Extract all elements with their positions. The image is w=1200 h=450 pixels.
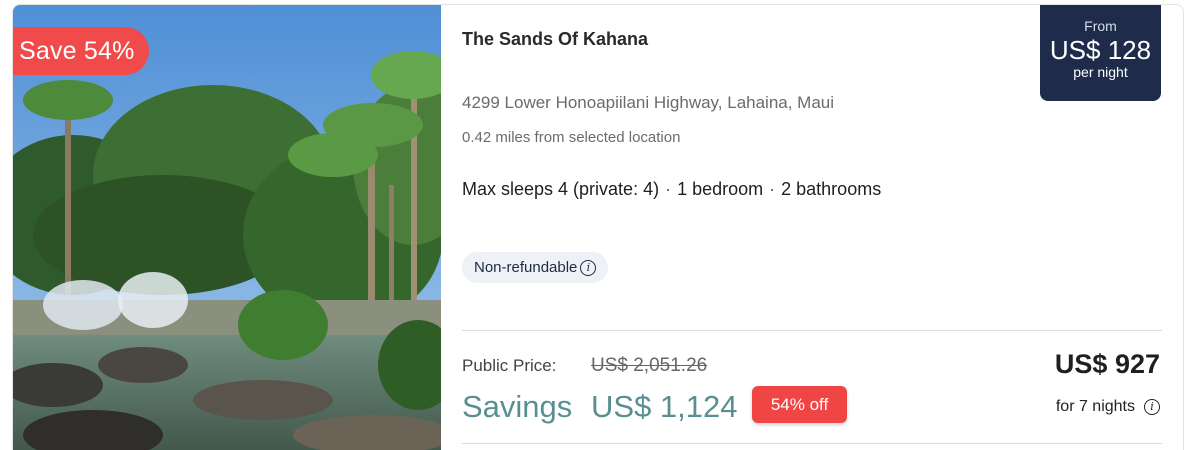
total-price: US$ 927 bbox=[1054, 349, 1160, 379]
price-from-label: From bbox=[1084, 18, 1117, 34]
public-price-label: Public Price: bbox=[462, 356, 557, 375]
property-distance: 0.42 miles from selected location bbox=[462, 129, 681, 146]
info-icon[interactable]: i bbox=[580, 259, 597, 276]
price-unit: per night bbox=[1073, 64, 1128, 80]
refund-policy-label: Non-refundable bbox=[474, 259, 578, 276]
divider bbox=[462, 330, 1162, 331]
save-badge: Save 54% bbox=[13, 27, 149, 75]
savings-label: Savings bbox=[462, 389, 573, 424]
separator-dot: · bbox=[769, 179, 776, 199]
refund-policy-tag[interactable]: Non-refundable i bbox=[462, 252, 609, 283]
nightly-price: US$ 128 bbox=[1049, 35, 1152, 65]
listing-card[interactable]: Save 54% The Sands Of Kahana 4299 Lower … bbox=[12, 4, 1184, 450]
bathroom-count: 2 bathrooms bbox=[781, 179, 882, 199]
property-title[interactable]: The Sands Of Kahana bbox=[462, 29, 648, 50]
property-address: 4299 Lower Honoapiilani Highway, Lahaina… bbox=[462, 93, 835, 112]
property-photo[interactable]: Save 54% bbox=[13, 5, 441, 450]
public-price-value: US$ 2,051.26 bbox=[591, 355, 708, 376]
listing-details: The Sands Of Kahana 4299 Lower Honoapiil… bbox=[462, 5, 1183, 450]
bedroom-count: 1 bedroom bbox=[677, 179, 764, 199]
nightly-price-box: From US$ 128 per night bbox=[1040, 5, 1161, 101]
savings-value: US$ 1,124 bbox=[591, 389, 738, 424]
discount-badge: 54% off bbox=[752, 386, 847, 423]
nights-label: for 7 nights bbox=[1055, 398, 1135, 415]
nights-info: for 7 nights i bbox=[1056, 398, 1160, 416]
info-icon[interactable]: i bbox=[1144, 399, 1160, 415]
separator-dot: · bbox=[665, 179, 672, 199]
property-capacity: Max sleeps 4 (private: 4) · 1 bedroom · 2 ba… bbox=[462, 179, 881, 200]
divider bbox=[462, 443, 1162, 444]
max-sleeps: Max sleeps 4 (private: 4) bbox=[462, 179, 660, 199]
